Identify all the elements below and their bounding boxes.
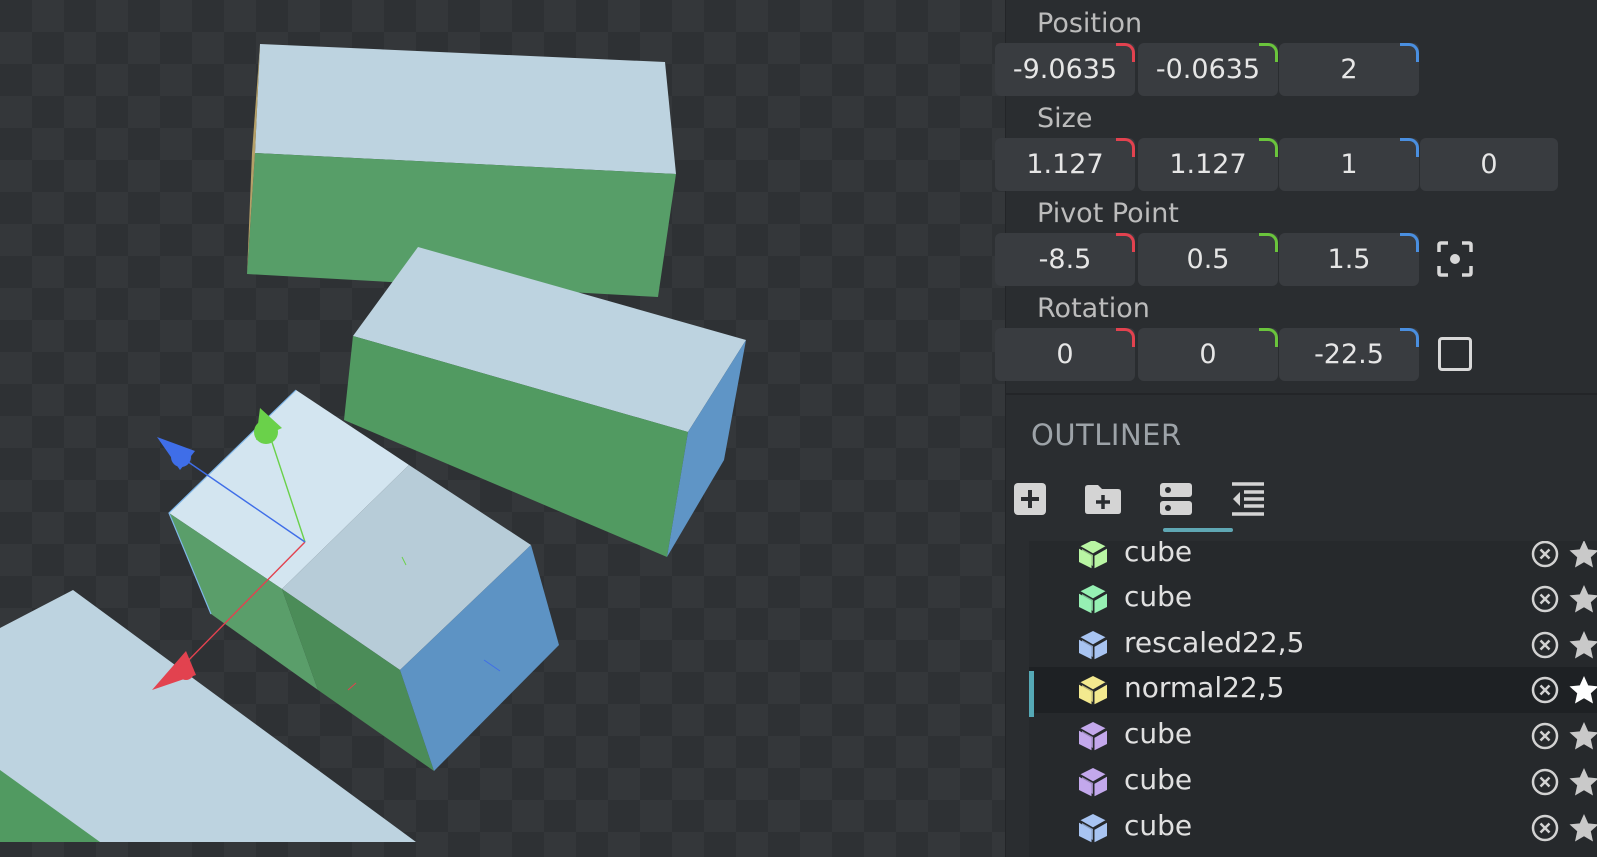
- position-y-field[interactable]: -0.0635: [1138, 43, 1278, 96]
- y-axis-marker: [1259, 138, 1278, 157]
- size-label: Size: [1037, 103, 1093, 134]
- center-pivot-icon[interactable]: [1437, 241, 1473, 277]
- size-x-field[interactable]: 1.127: [995, 138, 1135, 191]
- cube-icon: [1078, 768, 1108, 797]
- outliner-item-name: rescaled22,5: [1124, 626, 1305, 659]
- inflate-field[interactable]: 0: [1420, 138, 1558, 191]
- scene-canvas[interactable]: [0, 0, 1005, 857]
- outliner-item-name: cube: [1124, 580, 1193, 613]
- y-axis-marker: [1259, 233, 1278, 252]
- z-axis-marker: [1400, 328, 1419, 347]
- pivot-z-field[interactable]: 1.5: [1279, 233, 1419, 286]
- size-x-value: 1.127: [1026, 149, 1104, 180]
- x-axis-marker: [1116, 43, 1135, 62]
- collapse-all-icon[interactable]: [1229, 480, 1267, 518]
- remove-icon[interactable]: [1531, 814, 1559, 842]
- outliner-row[interactable]: cube: [1029, 805, 1597, 851]
- rotation-label: Rotation: [1037, 293, 1150, 324]
- outliner-row[interactable]: cube: [1029, 713, 1597, 759]
- pivot-y-value: 0.5: [1186, 244, 1230, 275]
- pivot-y-field[interactable]: 0.5: [1138, 233, 1278, 286]
- star-icon[interactable]: [1568, 812, 1597, 844]
- position-x-value: -9.0635: [1012, 54, 1118, 85]
- cube-icon: [1078, 585, 1108, 614]
- z-axis-marker: [1400, 233, 1419, 252]
- cube-icon: [1078, 541, 1108, 569]
- remove-icon[interactable]: [1531, 585, 1559, 613]
- x-axis-marker: [1116, 233, 1135, 252]
- cube-icon: [1078, 722, 1108, 751]
- position-z-value: 2: [1340, 54, 1358, 85]
- panel-divider: [1006, 393, 1597, 395]
- rotation-z-field[interactable]: -22.5: [1279, 328, 1419, 381]
- properties-panel: Position -9.0635 -0.0635 2 Size 1.127 1.…: [995, 0, 1597, 857]
- star-icon[interactable]: [1568, 541, 1597, 570]
- remove-icon[interactable]: [1531, 768, 1559, 796]
- box-1-top-face: [255, 44, 676, 174]
- star-icon[interactable]: [1568, 674, 1597, 706]
- pivot-x-value: -8.5: [1038, 244, 1092, 275]
- cube-icon: [1078, 631, 1108, 660]
- position-label: Position: [1037, 8, 1143, 39]
- outliner-row[interactable]: cube: [1029, 759, 1597, 805]
- outliner-row[interactable]: normal22,5: [1029, 667, 1597, 717]
- toggle-details-icon[interactable]: [1157, 480, 1195, 518]
- rotation-x-value: 0: [1056, 339, 1074, 370]
- remove-icon[interactable]: [1531, 722, 1559, 750]
- pivot-z-value: 1.5: [1327, 244, 1371, 275]
- rotation-x-field[interactable]: 0: [995, 328, 1135, 381]
- remove-icon[interactable]: [1531, 676, 1559, 704]
- add-group-icon[interactable]: [1083, 480, 1123, 518]
- outliner-item-name: cube: [1124, 809, 1193, 842]
- size-z-value: 1: [1340, 149, 1358, 180]
- y-axis-marker: [1259, 328, 1278, 347]
- star-icon[interactable]: [1568, 629, 1597, 661]
- star-icon[interactable]: [1568, 583, 1597, 615]
- outliner-item-name: normal22,5: [1124, 671, 1285, 704]
- rotation-y-field[interactable]: 0: [1138, 328, 1278, 381]
- outliner-item-name: cube: [1124, 763, 1193, 796]
- x-axis-marker: [1116, 328, 1135, 347]
- outliner-list: cube cube rescaled22,5 normal22,5 cube cube cu…: [1029, 541, 1597, 857]
- remove-icon[interactable]: [1531, 631, 1559, 659]
- outliner-title: OUTLINER: [1031, 418, 1182, 452]
- outliner-item-name: cube: [1124, 541, 1193, 568]
- cube-icon: [1078, 676, 1108, 705]
- position-y-value: -0.0635: [1155, 54, 1261, 85]
- active-tool-underline: [1163, 528, 1233, 532]
- pivot-x-field[interactable]: -8.5: [995, 233, 1135, 286]
- outliner-row[interactable]: cube: [1029, 576, 1597, 622]
- position-z-field[interactable]: 2: [1279, 43, 1419, 96]
- selection-indicator: [1029, 671, 1034, 717]
- add-cube-icon[interactable]: [1011, 480, 1049, 518]
- y-axis-marker: [1259, 43, 1278, 62]
- z-axis-marker: [1400, 138, 1419, 157]
- star-icon[interactable]: [1568, 720, 1597, 752]
- size-y-value: 1.127: [1169, 149, 1247, 180]
- rotation-z-value: -22.5: [1314, 339, 1384, 370]
- size-y-field[interactable]: 1.127: [1138, 138, 1278, 191]
- star-icon[interactable]: [1568, 766, 1597, 798]
- inflate-value: 0: [1480, 149, 1498, 180]
- rotation-y-value: 0: [1199, 339, 1217, 370]
- x-axis-marker: [1116, 138, 1135, 157]
- position-x-field[interactable]: -9.0635: [995, 43, 1135, 96]
- outliner-row[interactable]: rescaled22,5: [1029, 622, 1597, 668]
- cube-icon: [1078, 814, 1108, 843]
- pivot-label: Pivot Point: [1037, 198, 1179, 229]
- outliner-row[interactable]: cube: [1029, 541, 1597, 577]
- 3d-viewport[interactable]: [0, 0, 1005, 857]
- remove-icon[interactable]: [1531, 541, 1559, 568]
- rescale-checkbox[interactable]: [1438, 337, 1472, 371]
- z-axis-marker: [1400, 43, 1419, 62]
- size-z-field[interactable]: 1: [1279, 138, 1419, 191]
- outliner-item-name: cube: [1124, 717, 1193, 750]
